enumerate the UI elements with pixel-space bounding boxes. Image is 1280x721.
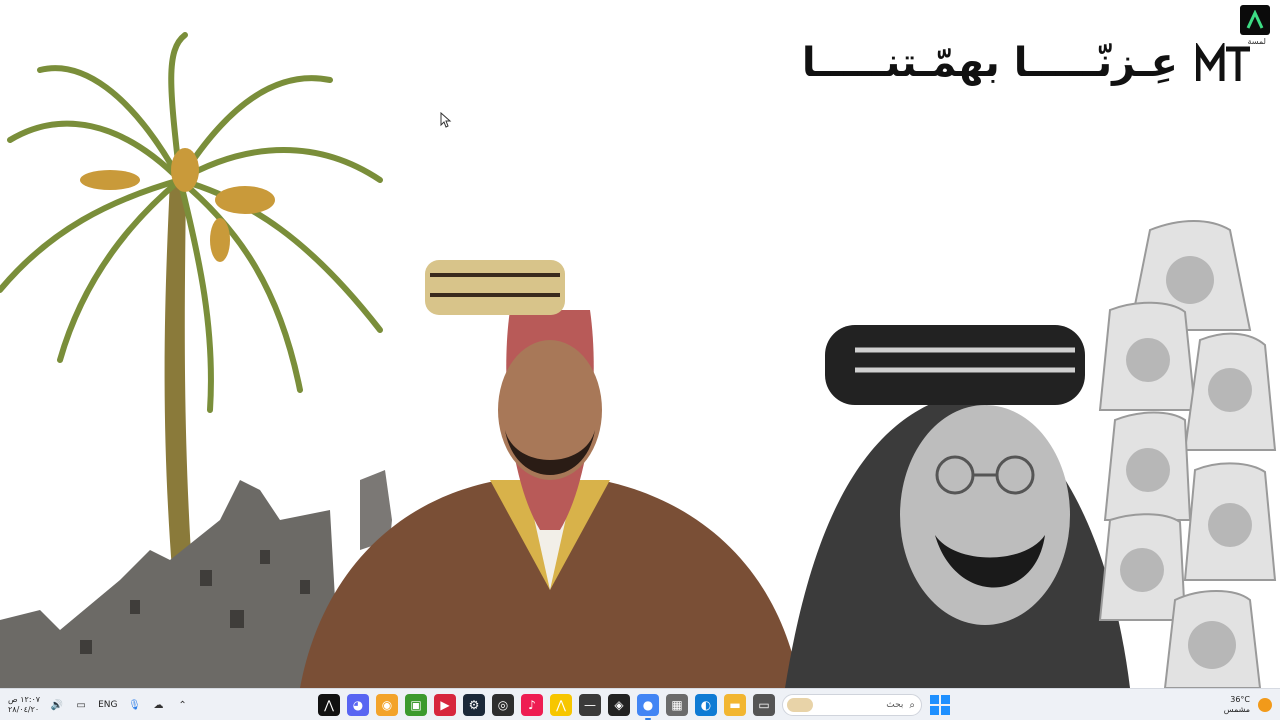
app-logo-label: لمسة (1247, 37, 1267, 46)
minecraft-icon[interactable]: ▣ (405, 694, 427, 716)
onedrive-icon[interactable]: ☁ (152, 698, 166, 712)
language-indicator[interactable]: ENG (98, 700, 117, 710)
taskbar-apps: ⋀ ◕ ◉ ▣ ▶ ⚙ ◎ ♪ ⋀ — ◈ ● ▦ ◐ ▬ ▭ بحث ⌕ (318, 689, 951, 721)
video-frame: عِـزنّـــــا بهمّـتنـــــا لمسة (0, 0, 1280, 688)
weather-widget[interactable]: 36°C مشمس (1224, 689, 1272, 721)
taskview-icon[interactable]: ▭ (753, 694, 775, 716)
system-tray: ١٢:٠٧ ص ٢٨/٠٤/٢٠ 🔊 ▭ ENG 🎙 ☁ ⌃ (8, 689, 190, 721)
portraits-collage (1098, 220, 1277, 688)
store-icon[interactable]: ▦ (666, 694, 688, 716)
edge-icon[interactable]: ◐ (695, 694, 717, 716)
page-title: عِـزنّـــــا بهمّـتنـــــا (801, 40, 1178, 86)
media-icon[interactable]: ▶ (434, 694, 456, 716)
start-button[interactable] (929, 694, 951, 716)
weather-temp: 36°C (1230, 695, 1250, 704)
speaker-icon[interactable]: 🔊 (50, 698, 64, 712)
steam-icon[interactable]: ⚙ (463, 694, 485, 716)
chevron-up-icon[interactable]: ⌃ (176, 698, 190, 712)
search-icon: ⌕ (909, 699, 915, 711)
discord-icon[interactable]: ◕ (347, 694, 369, 716)
portrait-right-figure (785, 325, 1130, 688)
network-icon[interactable]: ▭ (74, 698, 88, 712)
taskbar-clock[interactable]: ١٢:٠٧ ص ٢٨/٠٤/٢٠ (8, 695, 40, 715)
title-banner: عِـزنّـــــا بهمّـتنـــــا (802, 38, 1252, 88)
clock-date: ٢٨/٠٤/٢٠ (8, 705, 40, 714)
app-logo-icon (1240, 5, 1270, 35)
mt-logo-icon (1196, 43, 1250, 81)
weather-desc: مشمس (1223, 705, 1250, 714)
terminal-icon[interactable]: — (579, 694, 601, 716)
tiktok-icon[interactable]: ♪ (521, 694, 543, 716)
folder-icon[interactable]: ▬ (724, 694, 746, 716)
obs-icon[interactable]: ◎ (492, 694, 514, 716)
capcut-icon[interactable]: ⋀ (318, 694, 340, 716)
adobe-icon[interactable]: ⋀ (550, 694, 572, 716)
mouse-cursor-icon (440, 112, 452, 128)
search-thumbnail-icon (787, 698, 813, 712)
sun-icon (1258, 698, 1272, 712)
browser-icon[interactable]: ◉ (376, 694, 398, 716)
clock-time: ١٢:٠٧ ص (8, 695, 41, 704)
taskbar-search-input[interactable]: بحث ⌕ (782, 694, 922, 716)
portrait-central-figure (300, 260, 800, 688)
capture-icon[interactable]: ◈ (608, 694, 630, 716)
chrome-icon[interactable]: ● (637, 694, 659, 720)
search-placeholder: بحث (886, 700, 904, 710)
microphone-icon[interactable]: 🎙 (128, 698, 142, 712)
taskbar: ١٢:٠٧ ص ٢٨/٠٤/٢٠ 🔊 ▭ ENG 🎙 ☁ ⌃ ⋀ ◕ ◉ ▣ ▶ ⚙ ◎ ♪ ⋀… (0, 688, 1280, 720)
